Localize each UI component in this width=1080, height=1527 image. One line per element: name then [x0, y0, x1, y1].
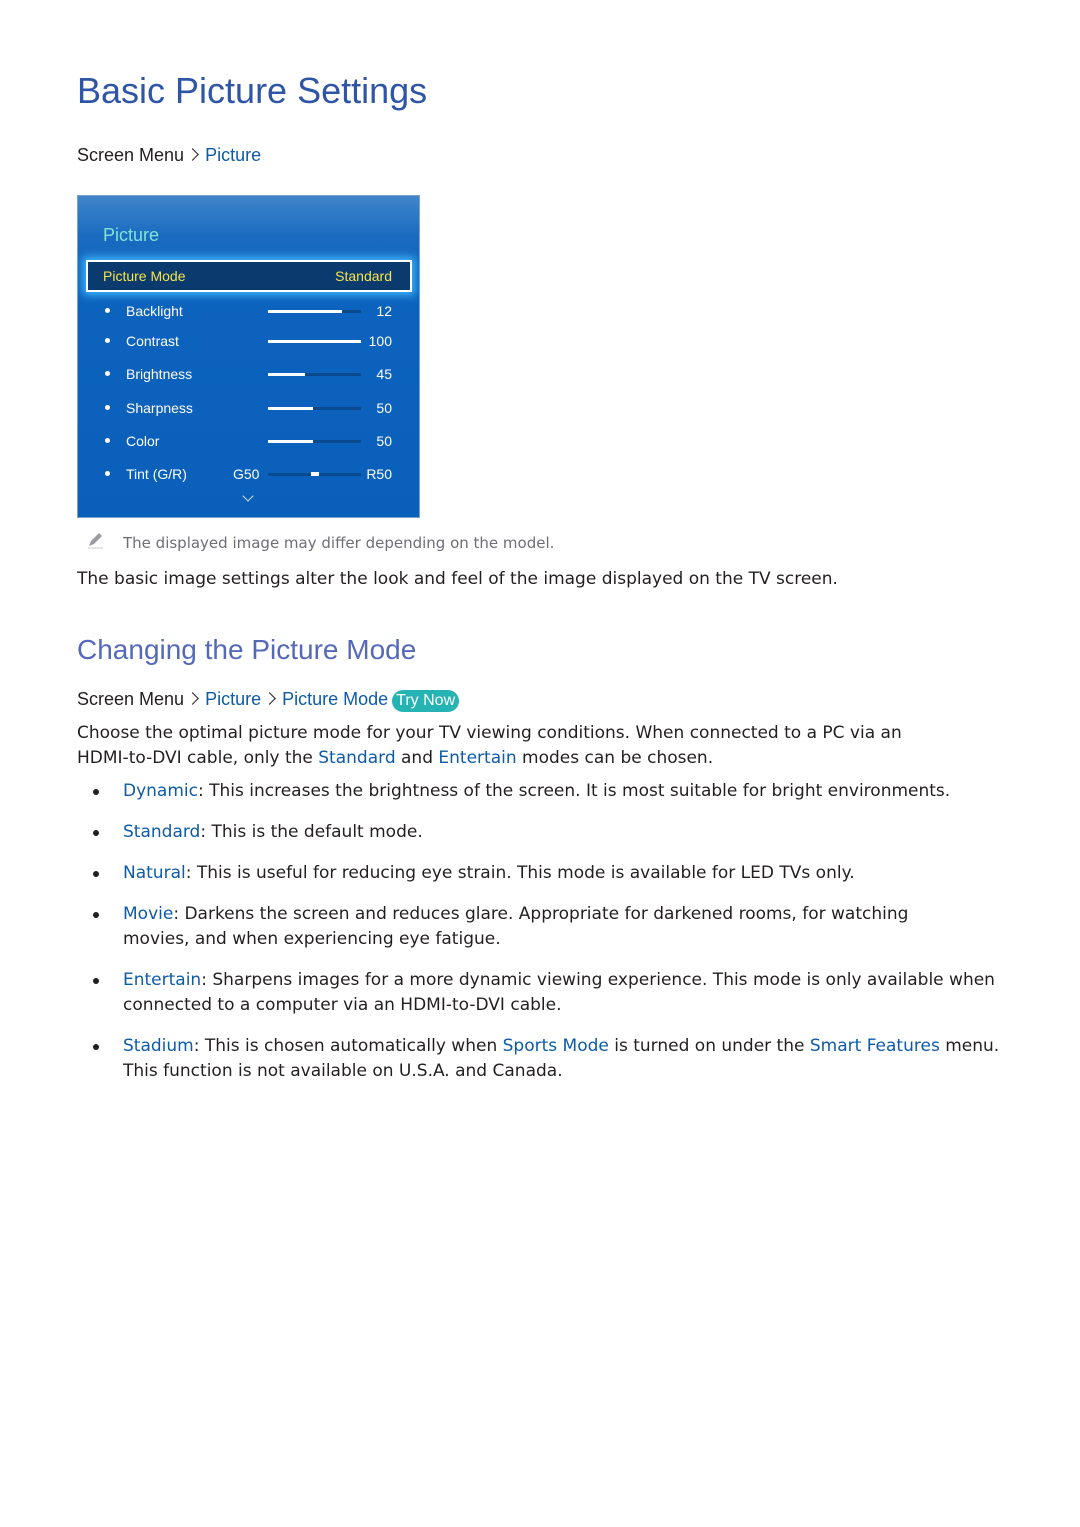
chevron-right-icon: [186, 692, 199, 705]
text: modes can be chosen.: [516, 748, 714, 768]
slider-fill: [268, 340, 361, 343]
breadcrumb-picture-mode-link[interactable]: Picture Mode: [282, 689, 388, 709]
bullet-icon: [105, 438, 110, 443]
mode-desc: : Darkens the screen and reduces glare. …: [123, 904, 909, 949]
smart-features-link[interactable]: Smart Features: [810, 1036, 940, 1056]
item-value: 50: [376, 433, 392, 449]
picture-mode-item[interactable]: Picture Mode Standard: [86, 260, 412, 292]
chevron-right-icon: [263, 692, 276, 705]
mode-desc: : This is chosen automatically when: [193, 1036, 503, 1056]
bullet-icon: [93, 830, 99, 836]
slider-fill: [268, 373, 306, 376]
tv-picture-menu: Picture Picture Mode Standard Backlight …: [77, 195, 420, 518]
tv-menu-title: Picture: [103, 225, 160, 245]
menu-item-brightness[interactable]: Brightness 45: [78, 364, 419, 384]
backlight-slider[interactable]: [268, 310, 361, 313]
brightness-slider[interactable]: [268, 373, 361, 376]
breadcrumb-root: Screen Menu: [77, 145, 185, 165]
mode-name[interactable]: Entertain: [123, 970, 201, 990]
bullet-icon: [93, 789, 99, 795]
menu-item-backlight[interactable]: Backlight 12: [78, 301, 419, 321]
slider-fill: [268, 310, 343, 313]
mode-desc: : This is useful for reducing eye strain…: [185, 863, 855, 883]
item-label: Contrast: [126, 333, 179, 349]
page-title: Basic Picture Settings: [77, 70, 428, 111]
sports-mode-link[interactable]: Sports Mode: [503, 1036, 609, 1056]
chevron-down-icon[interactable]: [242, 490, 254, 502]
bullet-icon: [93, 912, 99, 918]
bullet-icon: [93, 871, 99, 877]
menu-item-color[interactable]: Color 50: [78, 431, 419, 451]
text: and: [395, 748, 439, 768]
tint-slider[interactable]: [268, 472, 361, 476]
menu-item-tint[interactable]: Tint (G/R) G50 R50: [78, 464, 419, 484]
bullet-icon: [93, 1044, 99, 1050]
item-value: 50: [376, 400, 392, 416]
section-paragraph: Choose the optimal picture mode for your…: [77, 721, 1007, 771]
slider-knob[interactable]: [310, 472, 319, 476]
try-now-button[interactable]: Try Now: [392, 690, 460, 712]
pencil-icon: [88, 533, 103, 549]
section-breadcrumb: Screen Menu Picture Picture Mode Try Now: [77, 689, 460, 712]
mode-name[interactable]: Natural: [123, 863, 186, 883]
contrast-slider[interactable]: [268, 340, 361, 343]
color-slider[interactable]: [268, 440, 361, 443]
mode-name[interactable]: Stadium: [123, 1036, 194, 1056]
item-value: 12: [376, 303, 392, 319]
sharpness-slider[interactable]: [268, 407, 361, 410]
section-title: Changing the Picture Mode: [77, 634, 417, 665]
text: HDMI-to-DVI cable, only the: [77, 748, 319, 768]
menu-item-contrast[interactable]: Contrast 100: [78, 331, 419, 351]
picture-mode-value: Standard: [335, 268, 392, 284]
bullet-icon: [93, 978, 99, 984]
tint-red-value: R50: [366, 466, 392, 482]
mode-desc: : Sharpens images for a more dynamic vie…: [123, 970, 995, 1015]
item-value: 100: [368, 333, 392, 349]
breadcrumb-root: Screen Menu: [77, 689, 185, 709]
item-label: Brightness: [126, 366, 193, 382]
item-label: Sharpness: [126, 400, 193, 416]
item-label: Tint (G/R): [126, 466, 187, 482]
bullet-icon: [105, 405, 110, 410]
breadcrumb-picture-link[interactable]: Picture: [205, 689, 261, 709]
item-value: 45: [376, 366, 392, 382]
paragraph-line: Choose the optimal picture mode for your…: [77, 723, 902, 743]
menu-item-sharpness[interactable]: Sharpness 50: [78, 398, 419, 418]
tint-green-value: G50: [233, 466, 260, 482]
bullet-icon: [105, 371, 110, 376]
item-label: Backlight: [126, 303, 183, 319]
intro-paragraph: The basic image settings alter the look …: [77, 569, 838, 589]
bullet-icon: [105, 471, 110, 476]
chevron-right-icon: [186, 148, 199, 161]
slider-fill: [268, 440, 313, 443]
breadcrumb: Screen Menu Picture: [77, 145, 261, 166]
item-label: Color: [126, 433, 160, 449]
note-text: The displayed image may differ depending…: [123, 534, 555, 552]
mode-desc: is turned on under the: [608, 1036, 810, 1056]
entertain-link[interactable]: Entertain: [438, 748, 516, 768]
mode-name[interactable]: Movie: [123, 904, 173, 924]
mode-desc: : This is the default mode.: [200, 822, 423, 842]
picture-mode-label: Picture Mode: [103, 268, 186, 284]
breadcrumb-picture-link[interactable]: Picture: [205, 145, 261, 165]
mode-desc: : This increases the brightness of the s…: [197, 781, 951, 801]
paragraph-line: HDMI-to-DVI cable, only the Standard and…: [77, 746, 1007, 771]
slider-fill: [268, 407, 313, 410]
bullet-icon: [105, 308, 110, 313]
mode-name[interactable]: Standard: [123, 822, 200, 842]
bullet-icon: [105, 338, 110, 343]
standard-link[interactable]: Standard: [318, 748, 395, 768]
mode-name[interactable]: Dynamic: [123, 781, 198, 801]
